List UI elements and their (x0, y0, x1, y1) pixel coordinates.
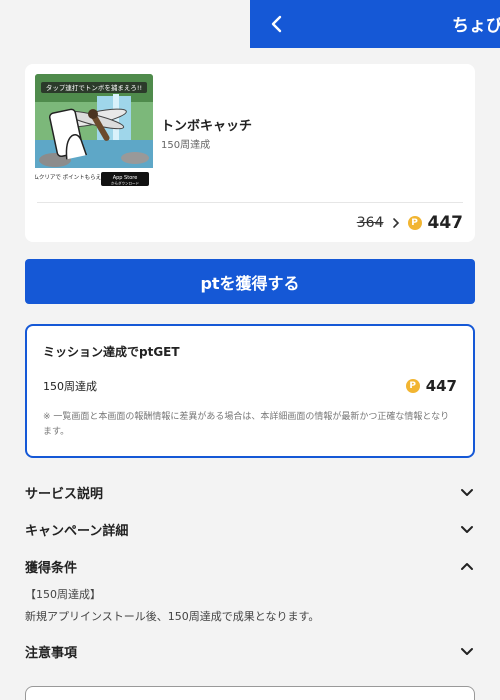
card-divider (37, 202, 463, 203)
point-coin-icon: P (407, 216, 422, 230)
banner-bottom-text: ゲームクリアで ポイントもらえる?! (35, 173, 112, 181)
accordion-conditions-title: 獲得条件 (25, 560, 78, 576)
mission-note: ※ 一覧画面と本画面の報酬情報に差異がある場合は、本詳細画面の情報が最新かつ正確… (43, 412, 450, 437)
accordion-notes[interactable]: 注意事項 (25, 638, 475, 664)
header-title: ちょび (452, 16, 500, 36)
header-bar: ちょび (250, 0, 500, 48)
conditions-text: 新規アプリインストール後、150周達成で成果となります。 (25, 610, 320, 623)
bottom-panel (25, 686, 475, 700)
store-badge-subtext: からダウンロード (111, 181, 139, 186)
chevron-down-icon (459, 521, 475, 537)
chevron-up-icon (459, 558, 475, 574)
conditions-heading: 【150周達成】 (25, 588, 101, 601)
banner-top-text: タップ連打でトンボを捕まえろ!! (46, 83, 142, 92)
offer-card[interactable]: タップ連打でトンボを捕まえろ!! ゲームクリアで ポイントもらえる?! App … (25, 64, 475, 242)
store-badge-text: App Store (113, 175, 138, 181)
accordion-service[interactable]: サービス説明 (25, 479, 475, 505)
accordion-campaign-title: キャンペーン詳細 (25, 523, 129, 539)
chevron-left-icon (271, 15, 282, 33)
chevron-down-icon (459, 484, 475, 500)
points-row: 364 P 447 (357, 212, 463, 234)
back-button[interactable] (264, 10, 290, 38)
mission-label: 150周達成 (43, 380, 97, 393)
accordion-conditions[interactable]: 獲得条件 (25, 553, 475, 579)
mission-box: ミッション達成でptGET 150周達成 P 447 ※ 一覧画面と本画面の報酬… (25, 324, 475, 458)
app-name: トンボキャッチ (161, 119, 253, 134)
old-points: 364 (356, 215, 384, 231)
chevron-right-icon (392, 217, 400, 229)
app-banner-image: タップ連打でトンボを捕まえろ!! ゲームクリアで ポイントもらえる?! App … (35, 74, 153, 192)
mission-title: ミッション達成でptGET (43, 345, 180, 359)
accordion-campaign[interactable]: キャンペーン詳細 (25, 516, 475, 542)
mission-row: 150周達成 P 447 (43, 376, 457, 396)
mission-points-value: 447 (425, 377, 457, 395)
chevron-down-icon (459, 643, 475, 659)
accordion-service-title: サービス説明 (25, 486, 104, 502)
app-subtitle: 150周達成 (161, 140, 211, 151)
accordion-notes-title: 注意事項 (25, 645, 78, 661)
new-points: 447 (427, 213, 464, 233)
get-points-button[interactable]: ptを獲得する (25, 259, 475, 304)
mission-points: P 447 (405, 377, 457, 395)
point-coin-icon: P (405, 379, 420, 393)
